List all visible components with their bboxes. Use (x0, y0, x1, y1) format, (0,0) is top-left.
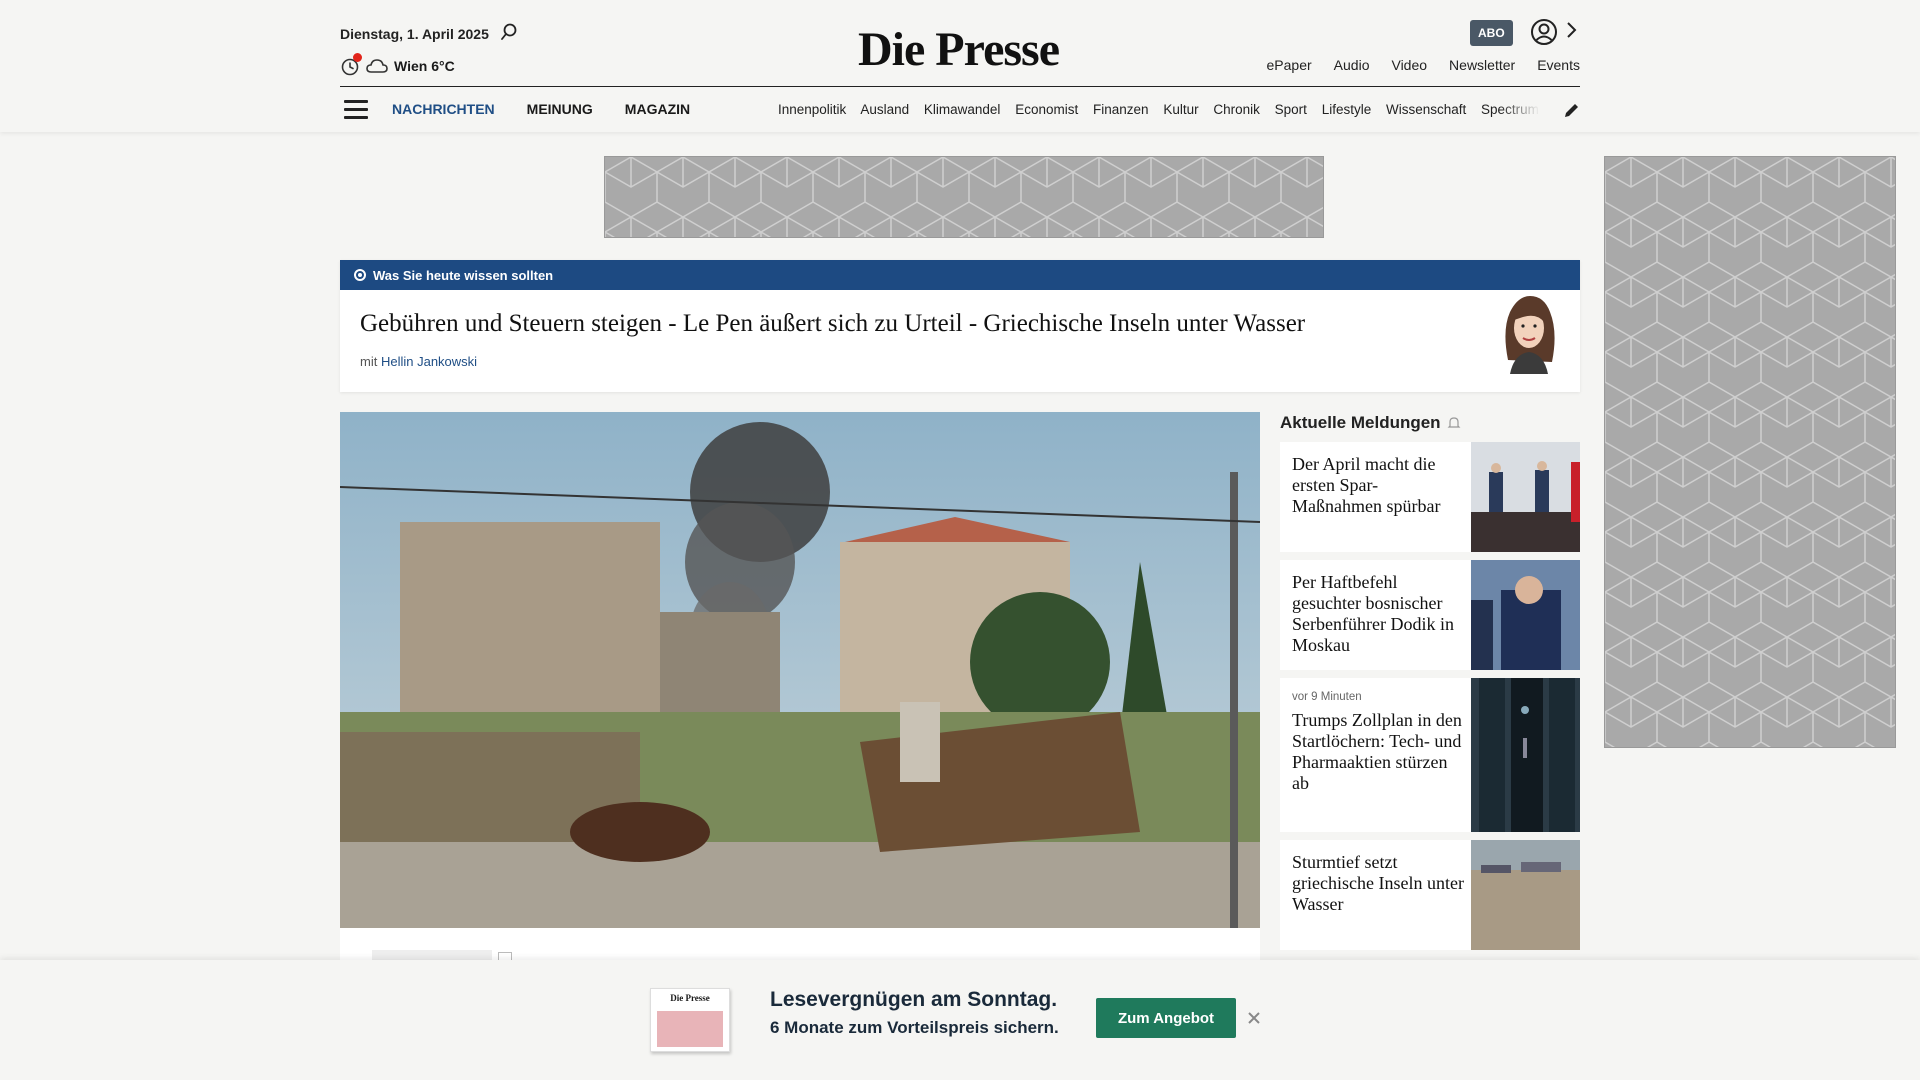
section-klimawandel[interactable]: Klimawandel (924, 102, 1001, 117)
promo-subtitle: 6 Monate zum Vorteilspreis sichern. (770, 1018, 1059, 1037)
section-spectrum[interactable]: Spectrum (1481, 102, 1539, 117)
section-finanzen[interactable]: Finanzen (1093, 102, 1149, 117)
briefing-bar: Was Sie heute wissen sollten (340, 260, 1580, 290)
news-thumbnail[interactable] (1471, 840, 1580, 950)
news-item[interactable]: Per Haftbefehl gesuchter bosnischer Serb… (1280, 560, 1580, 670)
section-kultur[interactable]: Kultur (1163, 102, 1198, 117)
search-icon[interactable] (500, 23, 518, 41)
link-newsletter[interactable]: Newsletter (1449, 57, 1515, 73)
news-heading-text: Aktuelle Meldungen (1280, 413, 1441, 432)
section-chronik[interactable]: Chronik (1213, 102, 1260, 117)
chevron-right-icon[interactable] (1564, 20, 1578, 40)
ad-banner-top[interactable] (604, 156, 1324, 238)
link-epaper[interactable]: ePaper (1267, 57, 1312, 73)
news-heading: Aktuelle Meldungen (1280, 413, 1461, 433)
pencil-icon[interactable] (1562, 102, 1580, 120)
briefing-label: Was Sie heute wissen sollten (373, 267, 554, 283)
news-timestamp: vor 9 Minuten (1292, 691, 1362, 703)
link-events[interactable]: Events (1537, 57, 1580, 73)
main-nav: NACHRICHTEN MEINUNG MAGAZIN (392, 101, 690, 117)
service-links: ePaper Audio Video Newsletter Events (1267, 57, 1580, 73)
news-thumbnail[interactable] (1471, 678, 1580, 832)
offer-button[interactable]: Zum Angebot (1096, 998, 1236, 1038)
section-sport[interactable]: Sport (1275, 102, 1307, 117)
news-title[interactable]: Sturmtief setzt griechische Inseln unter… (1292, 852, 1464, 915)
section-nav: Innenpolitik Ausland Klimawandel Economi… (778, 102, 1540, 117)
site-logo[interactable]: Die Presse (858, 22, 1060, 77)
link-video[interactable]: Video (1391, 57, 1427, 73)
news-title[interactable]: Per Haftbefehl gesuchter bosnischer Serb… (1292, 572, 1464, 656)
daily-briefing[interactable]: Was Sie heute wissen sollten Gebühren un… (340, 260, 1580, 392)
newspaper-cover-image (657, 1011, 723, 1047)
section-economist[interactable]: Economist (1015, 102, 1078, 117)
news-thumbnail[interactable] (1471, 442, 1580, 552)
section-lifestyle[interactable]: Lifestyle (1322, 102, 1372, 117)
abo-button[interactable]: ABO (1470, 20, 1513, 46)
section-ausland[interactable]: Ausland (860, 102, 909, 117)
byline-prefix: mit (360, 354, 378, 369)
nav-nachrichten[interactable]: NACHRICHTEN (392, 101, 495, 117)
subscription-banner: Die Presse Lesevergnügen am Sonntag. 6 M… (0, 960, 1920, 1080)
link-audio[interactable]: Audio (1334, 57, 1370, 73)
news-title-block[interactable]: vor 9 Minuten Trumps Zollplan in den Sta… (1292, 690, 1464, 794)
bell-icon[interactable] (1447, 416, 1461, 430)
account-icon[interactable] (1530, 18, 1558, 46)
current-date: Dienstag, 1. April 2025 (340, 26, 489, 42)
ad-banner-side[interactable] (1604, 156, 1896, 748)
clock-icon (340, 53, 362, 76)
cloud-icon (366, 59, 388, 73)
close-icon[interactable] (1246, 1010, 1262, 1026)
news-title[interactable]: Trumps Zollplan in den Startlöchern: Tec… (1292, 710, 1462, 793)
briefing-headline[interactable]: Gebühren und Steuern steigen - Le Pen äu… (360, 310, 1305, 338)
radio-icon (354, 269, 366, 281)
news-item[interactable]: Der April macht die ersten Spar-Maßnahme… (1280, 442, 1580, 552)
author-avatar (1505, 296, 1555, 374)
news-thumbnail[interactable] (1471, 560, 1580, 670)
nav-magazin[interactable]: MAGAZIN (625, 101, 690, 117)
newspaper-thumbnail: Die Presse (650, 988, 730, 1052)
promo-title: Lesevergnügen am Sonntag. (770, 988, 1058, 1011)
news-item[interactable]: vor 9 Minuten Trumps Zollplan in den Sta… (1280, 678, 1580, 832)
news-title[interactable]: Der April macht die ersten Spar-Maßnahme… (1292, 454, 1464, 517)
section-innenpolitik[interactable]: Innenpolitik (778, 102, 846, 117)
section-wissenschaft[interactable]: Wissenschaft (1386, 102, 1466, 117)
weather-widget[interactable]: Wien 6°C (340, 53, 455, 76)
hamburger-icon[interactable] (344, 100, 368, 120)
author-link[interactable]: Hellin Jankowski (381, 354, 477, 369)
news-item[interactable]: Sturmtief setzt griechische Inseln unter… (1280, 840, 1580, 950)
header-divider (340, 86, 1580, 87)
briefing-byline: mit Hellin Jankowski (360, 354, 477, 369)
lead-article-image[interactable] (340, 412, 1260, 928)
site-header: Dienstag, 1. April 2025 Wien 6°C Die Pre… (0, 0, 1920, 132)
nav-meinung[interactable]: MEINUNG (527, 101, 593, 117)
newspaper-mast: Die Presse (670, 993, 710, 1003)
weather-text: Wien 6°C (394, 58, 455, 74)
